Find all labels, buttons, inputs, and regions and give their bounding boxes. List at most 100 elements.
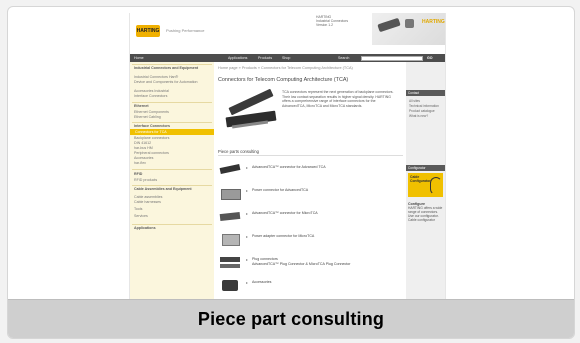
nav-link[interactable]: Services: [134, 214, 212, 218]
nav-item-shop[interactable]: Shop: [282, 56, 290, 60]
search-label: Search: [338, 55, 350, 60]
nav-link[interactable]: Accessories: [134, 156, 212, 160]
sidebar-link[interactable]: Technical information: [409, 104, 445, 108]
sidebar-link[interactable]: Product catalogue: [409, 109, 445, 113]
nav-link-selected-label: Connectors for TCA: [135, 130, 167, 134]
nav-link[interactable]: har-flex: [134, 161, 212, 165]
section-title: Piece parts consulting: [218, 149, 259, 154]
nav-divider: [132, 185, 212, 186]
arrow-right-icon: ▸: [246, 257, 249, 262]
nav-divider: [132, 64, 212, 65]
nav-link[interactable]: Industrial Connectors Han®: [134, 75, 212, 79]
product-row[interactable]: ▸ AdvancedTCA™ connector for Advanced TC…: [218, 160, 403, 182]
arrow-right-icon: ▸: [246, 211, 249, 216]
product-thumbnail: [218, 254, 242, 269]
nav-link[interactable]: Device and Components for Automation: [134, 80, 212, 84]
nav-link[interactable]: Ethernet Components: [134, 110, 212, 114]
nav-link[interactable]: Cable harnesses: [134, 200, 212, 204]
configurator-link[interactable]: Cable configurator: [408, 218, 435, 222]
search-go-button[interactable]: GO: [427, 56, 433, 60]
header-info: HARTING Industrial Connectors Version 1.…: [316, 15, 366, 28]
nav-item-home[interactable]: Home: [134, 56, 144, 60]
nav-item-products[interactable]: Products: [258, 56, 272, 60]
nav-link[interactable]: har-bus HM: [134, 146, 212, 150]
nav-section-cable[interactable]: Cable Assemblies and Equipment: [134, 187, 212, 191]
nav-divider: [132, 122, 212, 123]
left-navigation: Industrial Connectors and Equipment Indu…: [130, 62, 214, 303]
nav-link[interactable]: Accessories Industrial: [134, 89, 212, 93]
caption-text: Piece part consulting: [197, 308, 385, 329]
product-row[interactable]: ▸ Power connector for AdvancedTCA: [218, 183, 403, 205]
sidebar-heading: Contact: [406, 90, 445, 96]
banner-badge: HARTING: [422, 19, 445, 25]
sidebar-heading-label: Configurator: [408, 166, 426, 170]
sidebar-link[interactable]: What is new?: [409, 114, 445, 118]
page-title: Connectors for Telecom Computing Archite…: [218, 77, 349, 83]
nav-link[interactable]: Cable assemblies: [134, 195, 212, 199]
intro-text: TCA connectors represent the next genera…: [282, 90, 394, 108]
product-thumbnail: [218, 162, 242, 177]
harting-logo[interactable]: HARTING: [136, 25, 160, 37]
arrow-right-icon: ▸: [246, 234, 249, 239]
product-row[interactable]: ▸ Power adapter connector for MicroTCA: [218, 229, 403, 251]
site-tagline: Pushing Performance: [166, 28, 205, 33]
product-row[interactable]: ▸ Accessories: [218, 275, 403, 297]
configurator-text: HARTING offers a wide range of connector…: [408, 206, 443, 218]
logo-text: HARTING: [136, 28, 160, 34]
nav-link[interactable]: Ethernet Cabling: [134, 115, 212, 119]
header-info-line: Version 1.2: [316, 23, 333, 28]
nav-link[interactable]: Tools: [134, 207, 212, 211]
nav-divider: [132, 102, 212, 103]
product-thumbnail: [218, 277, 242, 292]
main-content: Home page » Products » Connectors for Te…: [218, 62, 403, 303]
tca-connector-image: [220, 88, 278, 134]
nav-link[interactable]: DIN 41612: [134, 141, 212, 145]
configurator-banner-text: Cable Configurator: [410, 175, 431, 183]
nav-link[interactable]: RFID products: [134, 178, 212, 182]
product-row[interactable]: ▸ AdvancedTCA™ connector for MicroTCA: [218, 206, 403, 228]
product-link[interactable]: Power adapter connector for MicroTCA: [252, 234, 400, 238]
header-banner-image: HARTING: [372, 13, 445, 45]
nav-link[interactable]: Interface Connectors: [134, 94, 212, 98]
product-link[interactable]: Plug connectors: [252, 257, 400, 261]
screenshot-card: HARTING Pushing Performance HARTING Indu…: [7, 6, 575, 339]
product-link[interactable]: AdvancedTCA™ connector for MicroTCA: [252, 211, 400, 215]
nav-section-applications[interactable]: Applications: [134, 226, 212, 230]
nav-section-interface[interactable]: Interface Connectors: [134, 124, 212, 128]
breadcrumb[interactable]: Home page » Products » Connectors for Te…: [218, 66, 353, 70]
top-navigation: Home Applications Products Shop Search G…: [130, 54, 445, 62]
connector-image: [405, 19, 414, 28]
product-sublink[interactable]: AdvancedTCA™ Plug Connector & MicroTCA P…: [252, 262, 400, 266]
arrow-right-icon: ▸: [246, 280, 249, 285]
configurator-info: Configure HARTING offers a wide range of…: [408, 202, 444, 222]
arrow-right-icon: ▸: [246, 165, 249, 170]
sidebar-heading-label: Contact: [408, 91, 419, 95]
nav-divider: [132, 224, 212, 225]
cable-icon: [430, 177, 442, 195]
website-screenshot: HARTING Pushing Performance HARTING Indu…: [129, 13, 446, 303]
connector-image: [377, 17, 401, 33]
product-link[interactable]: Power connector for AdvancedTCA: [252, 188, 400, 192]
right-sidebar: Contact All sites Technical information …: [406, 62, 445, 303]
caption-bar: Piece part consulting: [8, 299, 574, 338]
arrow-right-icon: ▸: [246, 188, 249, 193]
nav-section-industrial[interactable]: Industrial Connectors and Equipment: [134, 66, 212, 70]
nav-section-rfid[interactable]: RFID: [134, 172, 212, 176]
product-link[interactable]: AdvancedTCA™ connector for Advanced TCA: [252, 165, 400, 169]
nav-link[interactable]: Backplane connectors: [134, 136, 212, 140]
sidebar-heading: Configurator: [406, 165, 445, 171]
search-input[interactable]: [361, 55, 423, 61]
sidebar-link[interactable]: All sites: [409, 99, 445, 103]
section-divider: [218, 155, 403, 156]
product-row[interactable]: ▸ Plug connectors AdvancedTCA™ Plug Conn…: [218, 252, 403, 274]
nav-link[interactable]: Peripheral connectors: [134, 151, 212, 155]
nav-divider: [132, 169, 212, 170]
product-thumbnail: [218, 231, 242, 246]
product-thumbnail: [218, 208, 242, 223]
nav-link-selected[interactable]: Connectors for TCA: [130, 129, 214, 135]
configurator-banner[interactable]: Cable Configurator: [408, 173, 443, 197]
site-header: HARTING Pushing Performance HARTING Indu…: [130, 13, 445, 53]
product-link[interactable]: Accessories: [252, 280, 400, 284]
nav-item-applications[interactable]: Applications: [228, 56, 247, 60]
nav-section-ethernet[interactable]: Ethernet: [134, 104, 212, 108]
